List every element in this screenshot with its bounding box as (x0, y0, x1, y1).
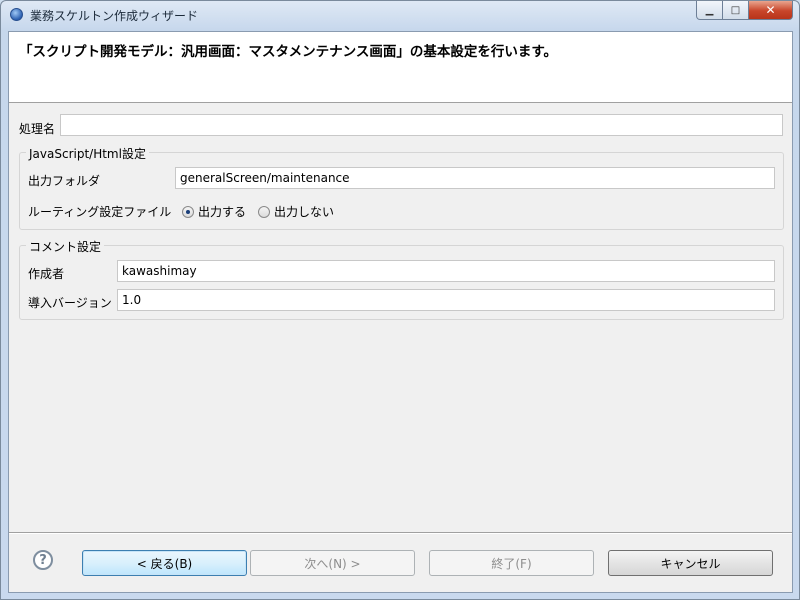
radio-unchecked-icon (258, 205, 270, 218)
process-name-input[interactable] (60, 114, 783, 136)
close-button[interactable]: ✕ (749, 1, 793, 20)
routing-no-output-radio[interactable]: 出力しない (258, 203, 334, 220)
radio-checked-icon (182, 205, 194, 218)
routing-output-radio[interactable]: 出力する (182, 203, 246, 220)
minimize-button[interactable]: ▁ (696, 1, 723, 20)
close-icon: ✕ (765, 3, 776, 17)
comment-group-title: コメント設定 (26, 238, 105, 255)
maximize-icon: □ (730, 4, 741, 16)
next-button[interactable]: 次へ(N) > (250, 550, 415, 576)
maximize-button[interactable]: □ (723, 1, 749, 20)
routing-no-output-label: 出力しない (274, 205, 335, 219)
version-input[interactable]: 1.0 (117, 289, 775, 311)
wizard-header: 「スクリプト開発モデル：汎用画面：マスタメンテナンス画面」の基本設定を行います。 (9, 32, 792, 103)
title-bar[interactable]: 業務スケルトン作成ウィザード ▁ □ ✕ (1, 1, 799, 29)
routing-file-label: ルーティング設定ファイル (28, 205, 172, 219)
footer-separator (9, 532, 792, 534)
window-controls: ▁ □ ✕ (696, 1, 793, 21)
wizard-client: 「スクリプト開発モデル：汎用画面：マスタメンテナンス画面」の基本設定を行います。… (8, 31, 793, 593)
page-title: 「スクリプト開発モデル：汎用画面：マスタメンテナンス画面」の基本設定を行います。 (19, 44, 557, 60)
version-label: 導入バージョン (28, 296, 112, 310)
finish-button[interactable]: 終了(F) (429, 550, 594, 576)
author-label: 作成者 (28, 267, 65, 281)
app-icon (10, 8, 23, 21)
help-icon[interactable]: ? (33, 550, 53, 570)
window-title: 業務スケルトン作成ウィザード (30, 9, 199, 23)
wizard-window: 業務スケルトン作成ウィザード ▁ □ ✕ 「スクリプト開発モデル：汎用画面：マス… (0, 0, 800, 600)
routing-output-label: 出力する (198, 205, 247, 219)
js-html-group-title: JavaScript/Html設定 (26, 145, 149, 162)
output-folder-input[interactable]: generalScreen/maintenance (175, 167, 775, 189)
output-folder-label: 出力フォルダ (28, 174, 101, 188)
cancel-button[interactable]: キャンセル (608, 550, 773, 576)
back-button[interactable]: < 戻る(B) (82, 550, 247, 576)
minimize-icon: ▁ (705, 4, 714, 16)
process-name-label: 処理名 (19, 122, 56, 136)
author-input[interactable]: kawashimay (117, 260, 775, 282)
